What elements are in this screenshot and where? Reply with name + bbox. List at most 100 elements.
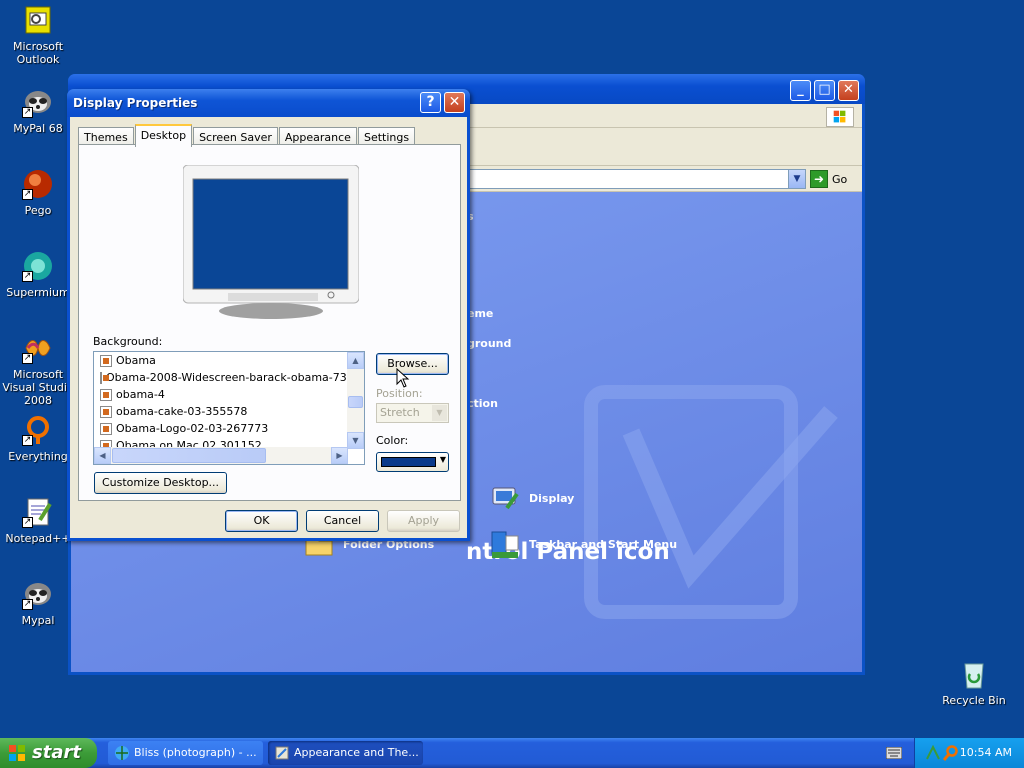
list-item-label: obama-cake-03-355578 <box>116 405 248 418</box>
recycle-bin-icon <box>958 658 990 690</box>
list-item[interactable]: obama-4 <box>94 386 364 403</box>
list-item-label: Obama <box>116 354 156 367</box>
image-file-icon <box>100 354 112 367</box>
cancel-button[interactable]: Cancel <box>306 510 379 532</box>
close-button[interactable]: ✕ <box>444 92 465 113</box>
position-label: Position: <box>376 387 423 400</box>
go-label: Go <box>832 172 848 186</box>
customize-desktop-button[interactable]: Customize Desktop... <box>94 472 227 494</box>
image-file-icon <box>100 371 109 384</box>
partial-link-text[interactable]: ground <box>467 337 511 350</box>
visual-studio-icon: ↗ <box>22 332 54 364</box>
apply-button[interactable]: Apply <box>387 510 460 532</box>
dialog-body: Themes Desktop Screen Saver Appearance S… <box>70 117 467 538</box>
scroll-thumb[interactable] <box>112 448 266 463</box>
display-properties-dialog: Display Properties ? ✕ Themes Desktop Sc… <box>67 89 470 541</box>
desktop-icon-label: Notepad++ <box>5 532 71 545</box>
cp-item-display[interactable]: Display <box>489 482 574 514</box>
browse-button[interactable]: Browse... <box>376 353 449 375</box>
go-button[interactable]: ➜ Go <box>810 170 847 188</box>
monitor-preview-icon <box>183 165 359 319</box>
list-item[interactable]: Obama-2008-Widescreen-barack-obama-73882… <box>94 369 364 386</box>
partial-link-text[interactable]: ction <box>467 397 498 410</box>
scroll-right-icon[interactable]: ▶ <box>331 447 348 464</box>
list-item-label: obama-4 <box>116 388 165 401</box>
taskbar-item-label: Appearance and The... <box>294 746 419 759</box>
search-icon[interactable] <box>943 745 959 761</box>
scroll-thumb[interactable] <box>348 396 363 408</box>
supermium-icon: ↗ <box>22 250 54 282</box>
taskbar-start-menu-icon <box>491 531 519 558</box>
taskbar: start Bliss (photograph) - ... Appearanc… <box>0 738 1024 768</box>
list-item[interactable]: obama-cake-03-355578 <box>94 403 364 420</box>
maximize-button[interactable]: □ <box>814 80 835 101</box>
taskbar-item-browser[interactable]: Bliss (photograph) - ... <box>108 741 263 765</box>
keyboard-icon[interactable] <box>886 747 902 759</box>
network-icon[interactable] <box>925 745 941 761</box>
list-item-label: Obama-2008-Widescreen-barack-obama-73882… <box>106 371 365 384</box>
cp-item-label: Display <box>529 491 575 505</box>
desktop-icon-visual-studio[interactable]: ↗ Microsoft Visual Studio 2008 <box>0 332 76 407</box>
color-picker-button[interactable]: ▼ <box>376 452 449 472</box>
watermark-icon <box>584 385 838 619</box>
start-label: start <box>32 742 81 763</box>
control-panel-icon <box>275 746 289 760</box>
background-label: Background: <box>93 335 163 348</box>
dialog-titlebar[interactable]: Display Properties ? ✕ <box>67 89 470 117</box>
start-button[interactable]: start <box>0 738 97 768</box>
close-button[interactable]: ✕ <box>838 80 859 101</box>
scroll-down-icon[interactable]: ▼ <box>347 432 364 449</box>
partial-link-text[interactable]: eme <box>467 307 493 320</box>
position-value: Stretch <box>380 406 420 419</box>
desktop-icon-recycle-bin[interactable]: Recycle Bin <box>936 658 1012 707</box>
scroll-up-icon[interactable]: ▲ <box>347 352 364 369</box>
windows-logo-icon <box>826 107 854 127</box>
scroll-left-icon[interactable]: ◀ <box>94 447 111 464</box>
mouse-cursor-icon <box>396 368 410 388</box>
color-label: Color: <box>376 434 409 447</box>
list-item-label: Obama-Logo-02-03-267773 <box>116 422 269 435</box>
chevron-down-icon: ▼ <box>432 405 447 421</box>
background-list[interactable]: Obama Obama-2008-Widescreen-barack-obama… <box>93 351 365 465</box>
desktop-icon-label: Recycle Bin <box>942 694 1006 707</box>
desktop-icon-label: Supermium <box>6 286 70 299</box>
notepadpp-icon: ↗ <box>22 496 54 528</box>
help-button[interactable]: ? <box>420 92 441 113</box>
desktop-icon-mypal[interactable]: ↗ Mypal <box>0 578 76 627</box>
position-select[interactable]: Stretch ▼ <box>376 403 449 423</box>
outlook-icon <box>22 4 54 36</box>
display-icon <box>492 487 519 510</box>
desktop-icon-outlook[interactable]: Microsoft Outlook <box>0 4 76 66</box>
vertical-scrollbar[interactable]: ▲ ▼ <box>347 352 364 449</box>
chevron-down-icon[interactable]: ▼ <box>788 170 805 188</box>
tab-desktop[interactable]: Desktop <box>134 124 193 147</box>
desktop-icon-label: Pego <box>24 204 52 217</box>
cp-item-taskbar-start-menu[interactable]: Taskbar and Start Menu <box>489 528 677 560</box>
image-file-icon <box>100 388 112 401</box>
pego-icon: ↗ <box>22 168 54 200</box>
clock[interactable]: 10:54 AM <box>960 746 1012 759</box>
taskbar-item-control-panel[interactable]: Appearance and The... <box>268 741 423 765</box>
desktop-icon-mypal68[interactable]: ↗ MyPal 68 <box>0 86 76 135</box>
desktop-icon-everything[interactable]: ↗ Everything <box>0 414 76 463</box>
windows-flag-icon <box>9 745 25 761</box>
desktop-icon-pego[interactable]: ↗ Pego <box>0 168 76 217</box>
desktop-icon-label: MyPal 68 <box>13 122 63 135</box>
ok-button[interactable]: OK <box>225 510 298 532</box>
list-item[interactable]: Obama-Logo-02-03-267773 <box>94 420 364 437</box>
list-item[interactable]: Obama <box>94 352 364 369</box>
taskbar-item-label: Bliss (photograph) - ... <box>134 746 257 759</box>
mypal-icon: ↗ <box>22 86 54 118</box>
everything-icon: ↗ <box>22 414 54 446</box>
chevron-down-icon: ▼ <box>439 455 446 464</box>
minimize-button[interactable]: _ <box>790 80 811 101</box>
go-arrow-icon: ➜ <box>810 170 828 188</box>
desktop-icon-supermium[interactable]: ↗ Supermium <box>0 250 76 299</box>
horizontal-scrollbar[interactable]: ◀ ▶ <box>94 447 348 464</box>
mypal-icon: ↗ <box>22 578 54 610</box>
desktop-icon-label: Everything <box>8 450 68 463</box>
desktop-icon-notepadpp[interactable]: ↗ Notepad++ <box>0 496 76 545</box>
desktop-icon-label: Microsoft Outlook <box>12 40 64 66</box>
browser-icon <box>115 746 129 760</box>
cp-item-label: Taskbar and Start Menu <box>529 537 678 551</box>
